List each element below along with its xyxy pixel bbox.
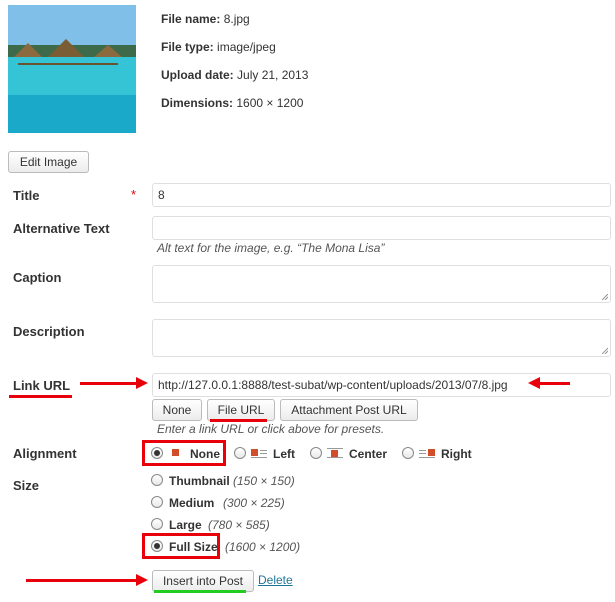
alignment-left-radio[interactable] (234, 447, 246, 459)
size-large-radio[interactable] (151, 518, 163, 530)
annotation-arrow-line (80, 382, 138, 385)
description-textarea[interactable] (152, 319, 611, 357)
link-url-input[interactable]: http://127.0.0.1:8888/test-subat/wp-cont… (152, 373, 611, 397)
file-type-label: File type: (161, 40, 214, 54)
annotation-arrow-right-icon (136, 574, 148, 586)
link-attachment-post-url-button[interactable]: Attachment Post URL (280, 399, 418, 421)
required-mark: * (131, 187, 137, 202)
size-full-label[interactable]: Full Size (169, 540, 218, 554)
alignment-label: Alignment (13, 446, 77, 461)
alt-text-label: Alternative Text (13, 221, 110, 236)
alignment-center-label[interactable]: Center (349, 447, 387, 461)
upload-date-row: Upload date: July 21, 2013 (161, 68, 308, 82)
size-medium-label[interactable]: Medium (169, 496, 214, 510)
title-input[interactable]: 8 (152, 183, 611, 207)
file-name-value: 8.jpg (223, 12, 250, 26)
edit-image-button[interactable]: Edit Image (8, 151, 89, 173)
alignment-right-radio[interactable] (402, 447, 414, 459)
alt-text-input[interactable] (152, 216, 611, 240)
file-type-value: image/jpeg (217, 40, 276, 54)
link-none-button[interactable]: None (152, 399, 202, 421)
link-url-label: Link URL (13, 378, 71, 393)
dimensions-row: Dimensions: 1600 × 1200 (161, 96, 303, 110)
link-file-url-button[interactable]: File URL (207, 399, 275, 421)
dimensions-label: Dimensions: (161, 96, 234, 110)
alignment-center-radio[interactable] (310, 447, 322, 459)
size-medium-radio[interactable] (151, 496, 163, 508)
caption-label: Caption (13, 270, 62, 285)
size-full-dims: (1600 × 1200) (225, 540, 301, 554)
alignment-right-label[interactable]: Right (441, 447, 472, 461)
size-thumbnail-dims: (150 × 150) (233, 474, 295, 488)
alt-text-help: Alt text for the image, e.g. “The Mona L… (157, 241, 385, 255)
annotation-arrow-right-icon (136, 377, 148, 389)
size-thumbnail-radio[interactable] (151, 474, 163, 486)
dimensions-value: 1600 × 1200 (236, 96, 304, 110)
align-left-icon (251, 448, 267, 458)
beach-photo (8, 5, 136, 133)
align-center-icon (327, 448, 343, 458)
title-label: Title (13, 188, 40, 203)
align-right-icon (419, 448, 435, 458)
size-thumbnail-label[interactable]: Thumbnail (169, 474, 230, 488)
alignment-none-radio[interactable] (151, 447, 163, 459)
size-large-dims: (780 × 585) (208, 518, 270, 532)
resize-grip-icon[interactable] (602, 348, 608, 354)
alignment-left-label[interactable]: Left (273, 447, 295, 461)
annotation-arrow-line (26, 579, 138, 582)
insert-into-post-button[interactable]: Insert into Post (152, 570, 254, 592)
upload-date-label: Upload date: (161, 68, 234, 82)
link-url-help: Enter a link URL or click above for pres… (157, 422, 385, 436)
caption-textarea[interactable] (152, 265, 611, 303)
file-name-label: File name: (161, 12, 221, 26)
delete-link[interactable]: Delete (258, 573, 293, 587)
upload-date-value: July 21, 2013 (237, 68, 309, 82)
size-large-label[interactable]: Large (169, 518, 202, 532)
size-medium-dims: (300 × 225) (223, 496, 285, 510)
link-url-label-underline (9, 395, 72, 398)
resize-grip-icon[interactable] (602, 294, 608, 300)
description-label: Description (13, 324, 85, 339)
align-none-icon (168, 448, 184, 458)
file-name-row: File name: 8.jpg (161, 12, 250, 26)
size-label: Size (13, 478, 40, 493)
file-type-row: File type: image/jpeg (161, 40, 276, 54)
attachment-thumbnail (8, 5, 136, 133)
insert-button-underline (154, 590, 246, 593)
size-full-radio[interactable] (151, 540, 163, 552)
annotation-arrow-line (538, 382, 570, 385)
alignment-none-label[interactable]: None (190, 447, 220, 461)
